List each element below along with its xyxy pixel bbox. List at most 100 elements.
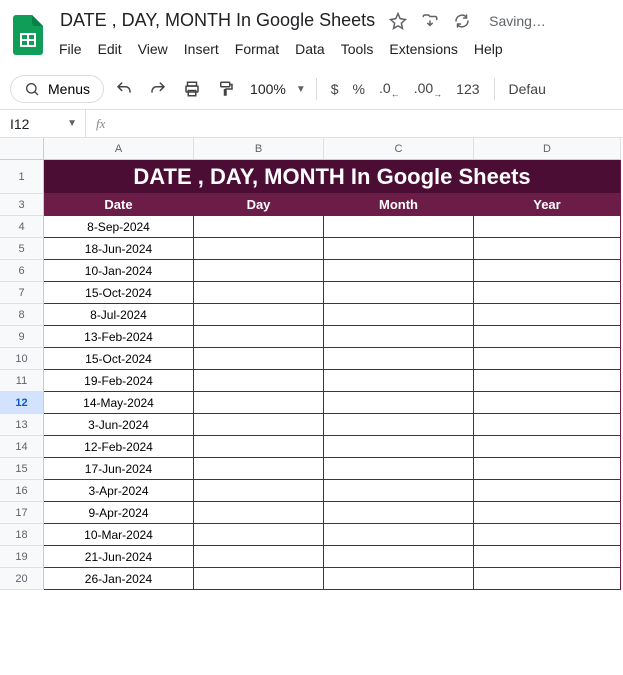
cell[interactable] (474, 260, 621, 282)
cell[interactable]: 12-Feb-2024 (44, 436, 194, 458)
header-day[interactable]: Day (194, 194, 324, 216)
cell[interactable] (194, 370, 324, 392)
cell[interactable] (194, 326, 324, 348)
cell[interactable] (324, 568, 474, 590)
cell[interactable] (324, 458, 474, 480)
col-header-D[interactable]: D (474, 138, 621, 160)
cell[interactable] (324, 436, 474, 458)
cell[interactable]: 10-Jan-2024 (44, 260, 194, 282)
header-year[interactable]: Year (474, 194, 621, 216)
cell[interactable] (324, 502, 474, 524)
format-123-button[interactable]: 123 (452, 81, 483, 97)
name-box[interactable]: I12 ▼ (0, 110, 86, 137)
cell[interactable] (474, 238, 621, 260)
cell[interactable] (474, 370, 621, 392)
doc-title[interactable]: DATE , DAY, MONTH In Google Sheets (56, 8, 379, 33)
cell[interactable] (324, 480, 474, 502)
cell[interactable] (194, 304, 324, 326)
cell[interactable] (324, 546, 474, 568)
cell[interactable]: 10-Mar-2024 (44, 524, 194, 546)
col-header-B[interactable]: B (194, 138, 324, 160)
cell[interactable] (474, 524, 621, 546)
menu-file[interactable]: File (52, 37, 89, 61)
cell[interactable] (324, 370, 474, 392)
cell[interactable] (324, 414, 474, 436)
cell[interactable] (194, 414, 324, 436)
cell[interactable] (474, 304, 621, 326)
cell[interactable]: 9-Apr-2024 (44, 502, 194, 524)
banner-title[interactable]: DATE , DAY, MONTH In Google Sheets (44, 160, 621, 194)
chevron-down-icon[interactable]: ▼ (67, 118, 77, 129)
move-icon[interactable] (421, 12, 439, 30)
cell[interactable] (474, 458, 621, 480)
cell[interactable] (194, 282, 324, 304)
row-header[interactable]: 19 (0, 546, 44, 568)
cloud-status-icon[interactable] (453, 12, 471, 30)
row-header[interactable]: 1 (0, 160, 44, 194)
cell[interactable]: 26-Jan-2024 (44, 568, 194, 590)
menu-insert[interactable]: Insert (177, 37, 226, 61)
star-icon[interactable] (389, 12, 407, 30)
cell[interactable] (474, 502, 621, 524)
cell[interactable] (474, 326, 621, 348)
sheets-logo-icon[interactable] (10, 17, 46, 53)
redo-icon[interactable] (144, 75, 172, 103)
header-month[interactable]: Month (324, 194, 474, 216)
cell[interactable] (194, 348, 324, 370)
menu-view[interactable]: View (131, 37, 175, 61)
cell[interactable] (194, 216, 324, 238)
zoom-caret-icon[interactable]: ▼ (296, 84, 306, 95)
menu-data[interactable]: Data (288, 37, 332, 61)
row-header[interactable]: 16 (0, 480, 44, 502)
col-header-A[interactable]: A (44, 138, 194, 160)
cell[interactable] (194, 436, 324, 458)
menu-help[interactable]: Help (467, 37, 510, 61)
header-date[interactable]: Date (44, 194, 194, 216)
cell[interactable] (194, 458, 324, 480)
cell[interactable] (194, 568, 324, 590)
menu-edit[interactable]: Edit (91, 37, 129, 61)
cell[interactable] (474, 348, 621, 370)
font-selector[interactable]: Defau (505, 81, 550, 97)
cell[interactable] (194, 524, 324, 546)
cell[interactable] (194, 238, 324, 260)
cell[interactable] (474, 436, 621, 458)
row-header[interactable]: 7 (0, 282, 44, 304)
currency-button[interactable]: $ (327, 81, 343, 97)
row-header[interactable]: 11 (0, 370, 44, 392)
cell[interactable]: 13-Feb-2024 (44, 326, 194, 348)
row-header[interactable]: 15 (0, 458, 44, 480)
cell[interactable]: 21-Jun-2024 (44, 546, 194, 568)
cell[interactable] (474, 216, 621, 238)
row-header[interactable]: 14 (0, 436, 44, 458)
cell[interactable] (324, 282, 474, 304)
cell[interactable]: 3-Apr-2024 (44, 480, 194, 502)
cell[interactable] (474, 282, 621, 304)
cell[interactable] (194, 546, 324, 568)
cell[interactable]: 19-Feb-2024 (44, 370, 194, 392)
row-header[interactable]: 4 (0, 216, 44, 238)
increase-decimal-button[interactable]: .00→ (410, 80, 446, 99)
cell[interactable]: 3-Jun-2024 (44, 414, 194, 436)
row-header[interactable]: 20 (0, 568, 44, 590)
row-header[interactable]: 9 (0, 326, 44, 348)
cell[interactable] (324, 304, 474, 326)
cell[interactable] (194, 502, 324, 524)
cell[interactable] (324, 392, 474, 414)
select-all-corner[interactable] (0, 138, 44, 160)
cell[interactable] (194, 260, 324, 282)
menu-format[interactable]: Format (228, 37, 286, 61)
menu-extensions[interactable]: Extensions (382, 37, 464, 61)
col-header-C[interactable]: C (324, 138, 474, 160)
cell[interactable] (324, 348, 474, 370)
menu-tools[interactable]: Tools (334, 37, 381, 61)
cell[interactable]: 14-May-2024 (44, 392, 194, 414)
row-header[interactable]: 13 (0, 414, 44, 436)
cell[interactable] (324, 524, 474, 546)
print-icon[interactable] (178, 75, 206, 103)
cell[interactable] (194, 392, 324, 414)
cell[interactable] (474, 414, 621, 436)
cell[interactable] (324, 238, 474, 260)
row-header[interactable]: 8 (0, 304, 44, 326)
cell[interactable] (194, 480, 324, 502)
